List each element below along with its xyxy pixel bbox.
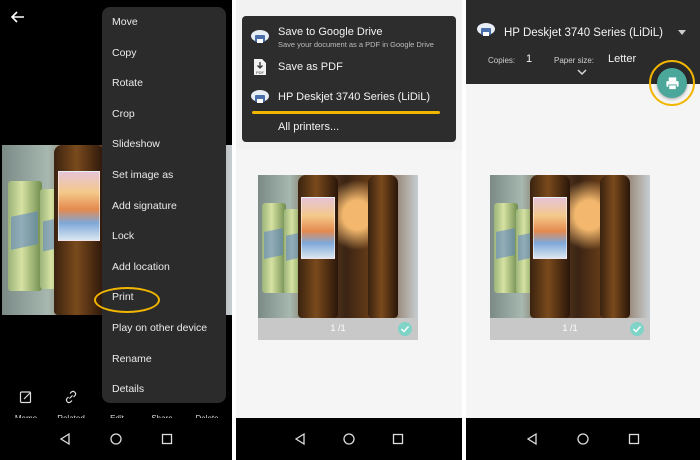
- menu-item-rename[interactable]: Rename: [102, 344, 226, 375]
- menu-item-slideshow[interactable]: Slideshow: [102, 129, 226, 160]
- nav-bar: [466, 418, 700, 460]
- menu-item-rotate[interactable]: Rotate: [102, 68, 226, 99]
- edit-icon: [110, 390, 124, 404]
- preview-footer: 1 /1: [490, 318, 650, 340]
- menu-item-print[interactable]: Print: [102, 282, 226, 313]
- cloud-printer-icon: [250, 27, 270, 47]
- bottom-action-bar: Memo Related Edit Share Delete: [0, 390, 232, 423]
- printer-selector[interactable]: HP Deskjet 3740 Series (LiDiL): [476, 22, 663, 43]
- nav-back-icon: [60, 432, 70, 446]
- nav-back-icon: [295, 432, 305, 446]
- menu-item-set-image-as[interactable]: Set image as: [102, 160, 226, 191]
- printer-dropdown-caret-icon[interactable]: [678, 30, 686, 35]
- paper-size-value[interactable]: Letter: [608, 53, 636, 65]
- delete-icon: [200, 390, 214, 404]
- print-fab-button[interactable]: [657, 68, 687, 98]
- nav-bar: [0, 418, 232, 460]
- hp-highlight-underline: [252, 111, 440, 114]
- nav-recents-button[interactable]: [387, 428, 409, 450]
- back-arrow-icon[interactable]: [10, 9, 26, 25]
- menu-item-copy[interactable]: Copy: [102, 38, 226, 69]
- destination-hp-deskjet-title: HP Deskjet 3740 Series (LiDiL): [278, 91, 431, 103]
- copies-value[interactable]: 1: [526, 53, 532, 65]
- svg-text:PDF: PDF: [256, 70, 265, 75]
- printer-name: HP Deskjet 3740 Series (LiDiL): [504, 26, 663, 39]
- menu-item-add-signature[interactable]: Add signature: [102, 191, 226, 222]
- preview-footer: 1 /1: [258, 318, 418, 340]
- destination-all-printers[interactable]: All printers...: [242, 116, 456, 138]
- page-preview[interactable]: 1 /1: [258, 175, 418, 340]
- destination-menu: Save to Google Drive Save your document …: [242, 16, 456, 142]
- nav-recents-icon: [161, 433, 172, 445]
- menu-item-move[interactable]: Move: [102, 7, 226, 38]
- expand-options-chevron-icon[interactable]: [577, 68, 587, 76]
- page-selected-check-icon[interactable]: [398, 322, 412, 336]
- pdf-icon: PDF: [250, 57, 270, 77]
- nav-home-icon: [577, 433, 589, 445]
- destination-google-drive-subtitle: Save your document as a PDF in Google Dr…: [278, 39, 434, 49]
- page-count: 1 /1: [562, 323, 578, 333]
- overflow-menu: Move Copy Rotate Crop Slideshow Set imag…: [102, 7, 226, 403]
- printer-icon: [250, 87, 270, 107]
- nav-recents-button[interactable]: [623, 428, 645, 450]
- link-icon: [65, 390, 77, 404]
- memo-icon: [19, 391, 32, 404]
- share-icon: [155, 390, 169, 404]
- print-icon: [665, 76, 679, 90]
- destination-google-drive[interactable]: Save to Google Drive Save your document …: [242, 22, 456, 52]
- paper-size-label: Paper size:: [554, 56, 595, 65]
- nav-back-button[interactable]: [289, 428, 311, 450]
- preview-photo: [490, 175, 650, 318]
- destination-save-as-pdf-title: Save as PDF: [278, 61, 343, 73]
- menu-item-play-on-other-device[interactable]: Play on other device: [102, 313, 226, 344]
- preview-photo: [258, 175, 418, 318]
- nav-back-button[interactable]: [54, 428, 76, 450]
- menu-item-lock[interactable]: Lock: [102, 221, 226, 252]
- destination-google-drive-title: Save to Google Drive: [278, 25, 383, 38]
- nav-back-icon: [526, 432, 537, 446]
- page-selected-check-icon[interactable]: [630, 322, 644, 336]
- print-preview-screen: HP Deskjet 3740 Series (LiDiL) Copies: 1…: [466, 0, 700, 460]
- nav-home-button[interactable]: [338, 428, 360, 450]
- gallery-screen: Move Copy Rotate Crop Slideshow Set imag…: [0, 0, 232, 460]
- page-preview[interactable]: 1 /1: [490, 175, 650, 340]
- nav-recents-icon: [629, 433, 640, 445]
- destination-save-as-pdf[interactable]: PDF Save as PDF: [242, 54, 456, 80]
- printer-icon: [476, 22, 496, 43]
- nav-home-button[interactable]: [105, 428, 127, 450]
- page-count: 1 /1: [330, 323, 346, 333]
- nav-back-button[interactable]: [521, 428, 543, 450]
- print-destination-screen: Save to Google Drive Save your document …: [236, 0, 462, 460]
- nav-home-icon: [110, 433, 122, 445]
- destination-hp-deskjet[interactable]: HP Deskjet 3740 Series (LiDiL): [242, 84, 456, 110]
- copies-label: Copies:: [488, 56, 516, 65]
- nav-recents-button[interactable]: [156, 428, 178, 450]
- destination-all-printers-title: All printers...: [278, 121, 340, 133]
- nav-home-icon: [343, 433, 355, 445]
- nav-recents-icon: [392, 433, 403, 445]
- menu-item-add-location[interactable]: Add location: [102, 252, 226, 283]
- menu-item-crop[interactable]: Crop: [102, 99, 226, 130]
- nav-home-button[interactable]: [572, 428, 594, 450]
- nav-bar: [236, 418, 462, 460]
